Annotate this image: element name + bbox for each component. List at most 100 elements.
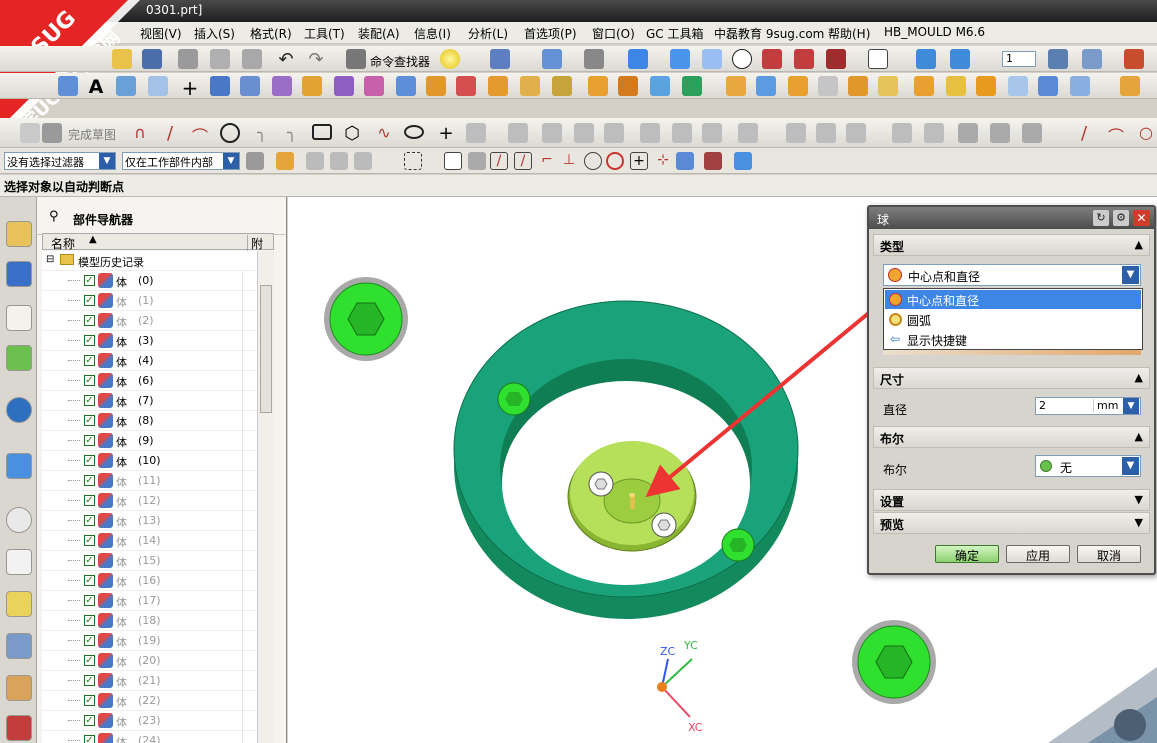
tree-row[interactable]: ✓ 体 (20) — [42, 651, 274, 671]
visibility-checkbox[interactable]: ✓ — [84, 375, 95, 386]
tree-row[interactable]: ✓ 体 (15) — [42, 551, 274, 571]
command-finder-label[interactable]: 命令查找器 — [370, 53, 430, 70]
scroll-thumb[interactable] — [260, 285, 272, 413]
tree-row[interactable]: ✓ 体 (12) — [42, 491, 274, 511]
hole-icon[interactable] — [682, 76, 702, 96]
select-body-icon[interactable] — [330, 152, 348, 170]
clock-icon[interactable] — [6, 507, 32, 533]
draft-icon[interactable] — [488, 76, 508, 96]
system-materials-icon[interactable] — [6, 715, 32, 741]
point-on-curve-icon[interactable] — [606, 152, 624, 170]
menu-zhonglei[interactable]: 中磊教育 9sug.com — [714, 25, 824, 42]
wireframe-cube-icon[interactable] — [702, 49, 722, 69]
wcs-icon[interactable] — [1124, 49, 1144, 69]
visibility-checkbox[interactable]: ✓ — [84, 515, 95, 526]
ruled-surface-icon[interactable] — [334, 76, 354, 96]
fit-view-icon[interactable] — [542, 49, 562, 69]
section-settings[interactable]: 设置 ▼ — [873, 489, 1150, 511]
mesh-surface-icon[interactable] — [272, 76, 292, 96]
section-size[interactable]: 尺寸 ▲ — [873, 367, 1150, 389]
mirror-icon[interactable] — [650, 76, 670, 96]
tree-row[interactable]: ✓ 体 (7) — [42, 391, 274, 411]
open-icon[interactable] — [112, 49, 132, 69]
intersect-point-icon[interactable]: ⌐ — [538, 152, 556, 170]
pin-icon[interactable]: ⚲ — [49, 209, 59, 224]
datum-csys-icon[interactable] — [116, 76, 136, 96]
copy-icon[interactable] — [210, 49, 230, 69]
visibility-checkbox[interactable]: ✓ — [84, 275, 95, 286]
type-filter-select[interactable]: 没有选择过滤器 ▼ — [4, 152, 116, 170]
boss-icon[interactable] — [726, 76, 746, 96]
sphere-icon[interactable] — [976, 76, 996, 96]
column-name[interactable]: 名称 — [51, 235, 75, 252]
delay-icon[interactable] — [990, 123, 1010, 143]
tree-row[interactable]: ✓ 体 (17) — [42, 591, 274, 611]
option-center-diameter[interactable]: 中心点和直径 — [885, 290, 1141, 309]
cone-icon[interactable] — [946, 76, 966, 96]
curve-circle-icon[interactable]: ○ — [1136, 123, 1156, 143]
tree-row[interactable]: ✓ 体 (23) — [42, 711, 274, 731]
visibility-checkbox[interactable]: ✓ — [84, 435, 95, 446]
shell-icon[interactable] — [456, 76, 476, 96]
rectangle-icon[interactable] — [312, 124, 332, 140]
snap-icon[interactable] — [276, 152, 294, 170]
menu-hb-mould[interactable]: HB_MOULD M6.6 — [884, 25, 985, 39]
animate-icon[interactable] — [958, 123, 978, 143]
control-point-icon[interactable]: / — [514, 152, 532, 170]
tree-row[interactable]: ✓ 体 (19) — [42, 631, 274, 651]
offset-face-icon[interactable] — [520, 76, 540, 96]
render-style-icon[interactable] — [732, 49, 752, 69]
tree-row[interactable]: ✓ 体 (3) — [42, 331, 274, 351]
cylinder-icon[interactable] — [396, 76, 416, 96]
solid-select-icon[interactable] — [734, 152, 752, 170]
enable-snap-icon[interactable] — [444, 152, 462, 170]
pocket-icon[interactable] — [756, 76, 776, 96]
chevron-down-icon[interactable]: ▼ — [1123, 398, 1139, 414]
geometric-constraint-icon[interactable] — [816, 123, 836, 143]
reset-icon[interactable]: ↻ — [1093, 210, 1109, 226]
section-preview[interactable]: 预览 ▼ — [873, 512, 1150, 534]
select-icon[interactable] — [490, 49, 510, 69]
blend-icon[interactable] — [788, 76, 808, 96]
select-features-icon[interactable] — [306, 152, 324, 170]
tree-row[interactable]: ✓ 体 (18) — [42, 611, 274, 631]
tree-row[interactable]: ✓ 体 (21) — [42, 671, 274, 691]
arc-icon[interactable]: ⌒ — [190, 123, 210, 146]
make-corner-icon[interactable] — [702, 123, 722, 143]
thicken-icon[interactable] — [302, 76, 322, 96]
arc-center-icon[interactable]: ⊥ — [560, 152, 578, 170]
visibility-checkbox[interactable]: ✓ — [84, 715, 95, 726]
groove-icon[interactable] — [878, 76, 898, 96]
constraint-navigator-icon[interactable] — [6, 261, 32, 287]
auto-constrain-icon[interactable] — [892, 123, 912, 143]
pattern-curve-icon[interactable] — [508, 123, 528, 143]
quadrant-point-icon[interactable] — [584, 152, 602, 170]
menu-format[interactable]: 格式(R) — [250, 25, 292, 42]
ring-screw-left[interactable] — [497, 382, 531, 416]
point-on-face-icon[interactable]: ⊹ — [654, 152, 672, 170]
trim-body-icon[interactable] — [552, 76, 572, 96]
end-point-icon[interactable] — [468, 152, 486, 170]
type-select[interactable]: 中心点和直径 ▼ — [883, 264, 1141, 286]
tree-row[interactable]: ✓ 体 (13) — [42, 511, 274, 531]
tree-row[interactable]: ✓ 体 (10) — [42, 451, 274, 471]
part-navigator-icon[interactable] — [6, 305, 32, 331]
block-icon[interactable] — [914, 76, 934, 96]
sketch-grid-icon[interactable] — [20, 123, 40, 143]
diameter-field[interactable]: 2 mm ▼ — [1035, 397, 1141, 415]
unite-icon[interactable] — [588, 76, 608, 96]
ellipse-icon[interactable] — [404, 125, 424, 139]
visibility-checkbox[interactable]: ✓ — [84, 535, 95, 546]
menu-view[interactable]: 视图(V) — [140, 25, 182, 42]
visualization-icon[interactable] — [6, 591, 32, 617]
grid-icon[interactable] — [704, 152, 722, 170]
process-studio-icon[interactable] — [6, 633, 32, 659]
extend-icon[interactable] — [672, 123, 692, 143]
undo-icon[interactable]: ↶ — [276, 49, 296, 70]
document-icon[interactable] — [6, 549, 32, 575]
mid-point-icon[interactable]: / — [490, 152, 508, 170]
layer-select[interactable]: 1 — [1002, 51, 1036, 67]
ok-button[interactable]: 确定 — [935, 545, 999, 563]
extrude-icon[interactable] — [210, 76, 230, 96]
history-icon[interactable] — [6, 453, 32, 479]
